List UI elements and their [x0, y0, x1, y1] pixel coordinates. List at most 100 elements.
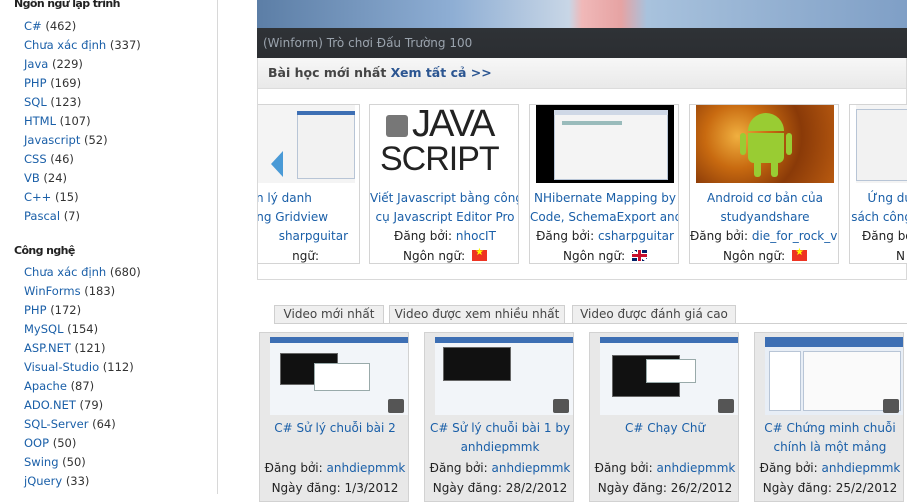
tech-item[interactable]: jQuery (33): [24, 472, 141, 491]
author-link[interactable]: anhdiepmmk: [327, 461, 406, 475]
tech-label[interactable]: MySQL: [24, 322, 64, 336]
lesson-title[interactable]: Viết Javascript bằng công cụ Javascript …: [370, 189, 518, 227]
author-link[interactable]: sharpguitar: [279, 229, 348, 243]
video-card[interactable]: C# Sử lý chuỗi bài 2 Đăng bởi: anhdiepmm…: [259, 332, 409, 502]
video-card[interactable]: C# Chạy Chữ Đăng bởi: anhdiepmmk Ngày đă…: [589, 332, 739, 502]
author-link[interactable]: anhdiepmmk: [492, 461, 571, 475]
video-card[interactable]: C# Chứng minh chuỗi chính là một mảng Đă…: [754, 332, 904, 502]
language-item[interactable]: C++ (15): [24, 188, 141, 207]
tech-item[interactable]: WinForms (183): [24, 282, 141, 301]
tech-item[interactable]: OOP (50): [24, 434, 141, 453]
lesson-card[interactable]: uản lý danh dùng Gridview sharpguitar ng…: [258, 104, 360, 264]
tech-item[interactable]: ADO.NET (79): [24, 396, 141, 415]
author-link[interactable]: anhdiepmmk: [822, 461, 901, 475]
tech-label[interactable]: SQL-Server: [24, 417, 88, 431]
lesson-author: Đăng bởi:: [862, 229, 907, 243]
video-title[interactable]: C# Chạy Chữ: [590, 419, 740, 438]
language-label[interactable]: PHP: [24, 76, 47, 90]
language-label[interactable]: Java: [24, 57, 48, 71]
lesson-thumbnail[interactable]: [536, 105, 674, 183]
video-thumbnail[interactable]: [435, 337, 573, 415]
author-link[interactable]: die_for_rock_vn: [752, 229, 838, 243]
tab-top-rated-videos[interactable]: Video được đánh giá cao: [572, 305, 736, 324]
language-item[interactable]: CSS (46): [24, 150, 141, 169]
tech-item[interactable]: SQL-Server (64): [24, 415, 141, 434]
video-date: Ngày đăng: 1/3/2012: [271, 481, 399, 495]
tech-label[interactable]: jQuery: [24, 474, 62, 488]
lesson-card[interactable]: Ứng dụ sách công Đăng bởi: N: [849, 104, 907, 264]
tech-label[interactable]: Apache: [24, 379, 67, 393]
tech-item[interactable]: Apache (87): [24, 377, 141, 396]
tech-item[interactable]: PHP (172): [24, 301, 141, 320]
tech-label[interactable]: Swing: [24, 455, 59, 469]
lesson-card[interactable]: Android cơ bản của studyandshare Đăng bở…: [689, 104, 839, 264]
tech-count: (172): [50, 303, 82, 317]
language-label[interactable]: VB: [24, 171, 40, 185]
banner-image: [257, 0, 907, 28]
language-item[interactable]: Pascal (7): [24, 207, 141, 226]
language-item[interactable]: C# (462): [24, 17, 141, 36]
language-label[interactable]: SQL: [24, 95, 47, 109]
tech-item[interactable]: Swing (50): [24, 453, 141, 472]
tech-label[interactable]: OOP: [24, 436, 49, 450]
featured-banner[interactable]: (Winform) Trò chơi Đấu Trường 100: [257, 0, 907, 58]
language-item[interactable]: Javascript (52): [24, 131, 141, 150]
tech-item[interactable]: Chưa xác định (680): [24, 263, 141, 282]
view-all-link[interactable]: Xem tất cả >>: [391, 65, 492, 80]
author-link[interactable]: csharpguitar: [598, 229, 674, 243]
lesson-thumbnail[interactable]: [696, 105, 834, 183]
carousel-prev-arrow-icon[interactable]: [271, 151, 283, 177]
language-count: (46): [50, 152, 74, 166]
language-label[interactable]: Chưa xác định: [24, 38, 106, 52]
lesson-thumbnail[interactable]: JAVA SCRIPT: [376, 105, 514, 183]
video-author: Đăng bởi: anhdiepmmk: [594, 461, 736, 475]
tech-count: (121): [74, 341, 106, 355]
lesson-thumbnail[interactable]: [856, 105, 907, 183]
video-title[interactable]: C# Chứng minh chuỗi chính là một mảng: [755, 419, 905, 457]
tech-list: Chưa xác định (680) WinForms (183) PHP (17…: [24, 263, 141, 491]
tech-item[interactable]: ASP.NET (121): [24, 339, 141, 358]
language-label[interactable]: Javascript: [24, 133, 80, 147]
tech-count: (112): [102, 360, 134, 374]
language-label[interactable]: Pascal: [24, 209, 60, 223]
video-card[interactable]: C# Sử lý chuỗi bài 1 by anhdiepmmk Đăng …: [424, 332, 574, 502]
video-thumbnail[interactable]: [600, 337, 738, 415]
tech-label[interactable]: PHP: [24, 303, 47, 317]
tech-label[interactable]: Visual-Studio: [24, 360, 99, 374]
video-title[interactable]: C# Sử lý chuỗi bài 1 by anhdiepmmk: [425, 419, 575, 457]
uk-flag-icon: [632, 250, 648, 261]
tech-item[interactable]: MySQL (154): [24, 320, 141, 339]
tech-item[interactable]: Visual-Studio (112): [24, 358, 141, 377]
lesson-title[interactable]: uản lý danh dùng Gridview: [258, 189, 359, 227]
language-label[interactable]: C#: [24, 19, 42, 33]
lesson-title[interactable]: Android cơ bản của studyandshare: [690, 189, 838, 227]
lesson-card[interactable]: JAVA SCRIPT Viết Javascript bằng công cụ…: [369, 104, 519, 264]
tech-label[interactable]: ASP.NET: [24, 341, 71, 355]
language-item[interactable]: Chưa xác định (337): [24, 36, 141, 55]
tech-label[interactable]: Chưa xác định: [24, 265, 106, 279]
language-label[interactable]: C++: [24, 190, 51, 204]
tab-most-viewed-videos[interactable]: Video được xem nhiều nhất: [389, 305, 565, 324]
language-label[interactable]: HTML: [24, 114, 56, 128]
lesson-card[interactable]: NHibernate Mapping by Code, SchemaExport…: [529, 104, 679, 264]
tab-latest-videos[interactable]: Video mới nhất: [274, 305, 384, 324]
tech-label[interactable]: WinForms: [24, 284, 81, 298]
language-item[interactable]: PHP (169): [24, 74, 141, 93]
language-item[interactable]: HTML (107): [24, 112, 141, 131]
language-item[interactable]: SQL (123): [24, 93, 141, 112]
language-item[interactable]: Java (229): [24, 55, 141, 74]
tech-count: (87): [70, 379, 95, 393]
lesson-language: N: [896, 249, 905, 263]
main-content: (Winform) Trò chơi Đấu Trường 100 Bài họ…: [257, 0, 907, 502]
video-thumbnail[interactable]: [270, 337, 408, 415]
lesson-title[interactable]: Ứng dụ sách công: [850, 189, 907, 227]
tech-label[interactable]: ADO.NET: [24, 398, 76, 412]
video-thumbnail[interactable]: [765, 337, 903, 415]
author-link[interactable]: nhocIT: [456, 229, 496, 243]
language-label[interactable]: CSS: [24, 152, 47, 166]
language-item[interactable]: VB (24): [24, 169, 141, 188]
lesson-title[interactable]: NHibernate Mapping by Code, SchemaExport…: [530, 189, 678, 227]
banner-caption[interactable]: (Winform) Trò chơi Đấu Trường 100: [263, 36, 472, 50]
video-title[interactable]: C# Sử lý chuỗi bài 2: [260, 419, 410, 438]
author-link[interactable]: anhdiepmmk: [657, 461, 736, 475]
